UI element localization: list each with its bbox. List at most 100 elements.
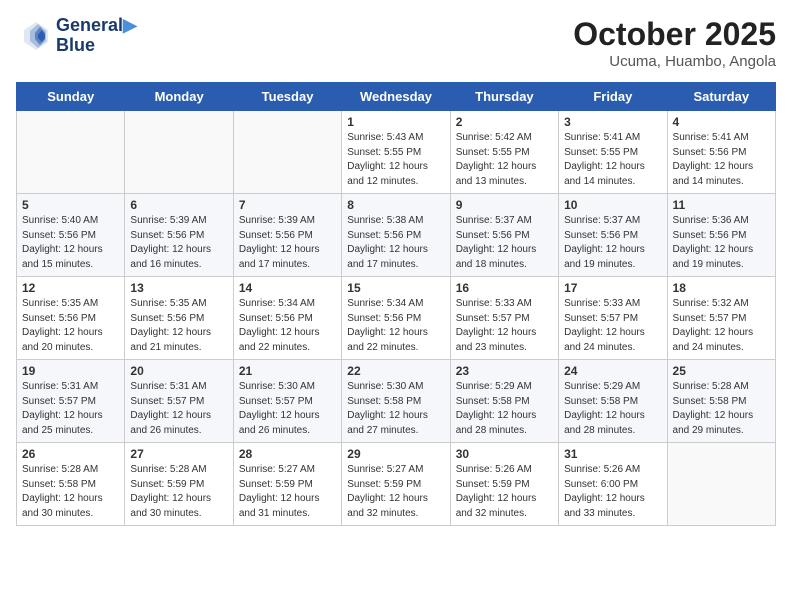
calendar-day-cell: 16 Sunrise: 5:33 AM Sunset: 5:57 PM Dayli… [450, 277, 558, 360]
day-info: Sunrise: 5:40 AM Sunset: 5:56 PM Dayligh… [22, 214, 119, 272]
day-info: Sunrise: 5:43 AM Sunset: 5:55 PM Dayligh… [347, 131, 444, 189]
calendar-day-cell: 1 Sunrise: 5:43 AM Sunset: 5:55 PM Daylig… [342, 111, 450, 194]
calendar-day-cell: 30 Sunrise: 5:26 AM Sunset: 5:59 PM Dayli… [450, 443, 558, 526]
logo: General▶ Blue [16, 16, 137, 56]
weekday-header-cell: Wednesday [342, 83, 450, 111]
day-info: Sunrise: 5:27 AM Sunset: 5:59 PM Dayligh… [239, 463, 336, 521]
calendar-day-cell: 11 Sunrise: 5:36 AM Sunset: 5:56 PM Dayli… [667, 194, 775, 277]
calendar-day-cell: 19Sunrise: 5:31 AM Sunset: 5:57 PM Dayli… [17, 360, 125, 443]
day-number: 22 [347, 364, 444, 378]
day-number: 13 [130, 281, 227, 295]
calendar-day-cell: 2 Sunrise: 5:42 AM Sunset: 5:55 PM Daylig… [450, 111, 558, 194]
day-info: Sunrise: 5:30 AM Sunset: 5:57 PM Dayligh… [239, 380, 336, 438]
day-number: 20 [130, 364, 227, 378]
day-info: Sunrise: 5:35 AM Sunset: 5:56 PM Dayligh… [22, 297, 119, 355]
day-info: Sunrise: 5:29 AM Sunset: 5:58 PM Dayligh… [456, 380, 553, 438]
location: Ucuma, Huambo, Angola [573, 53, 776, 70]
day-number: 14 [239, 281, 336, 295]
calendar-day-cell: 7 Sunrise: 5:39 AM Sunset: 5:56 PM Daylig… [233, 194, 341, 277]
day-number: 12 [22, 281, 119, 295]
day-number: 25 [673, 364, 770, 378]
day-number: 16 [456, 281, 553, 295]
day-info: Sunrise: 5:41 AM Sunset: 5:55 PM Dayligh… [564, 131, 661, 189]
day-number: 15 [347, 281, 444, 295]
day-number: 18 [673, 281, 770, 295]
day-info: Sunrise: 5:36 AM Sunset: 5:56 PM Dayligh… [673, 214, 770, 272]
day-number: 10 [564, 198, 661, 212]
day-number: 31 [564, 447, 661, 461]
day-info: Sunrise: 5:28 AM Sunset: 5:59 PM Dayligh… [130, 463, 227, 521]
calendar-day-cell: 12 Sunrise: 5:35 AM Sunset: 5:56 PM Dayli… [17, 277, 125, 360]
weekday-header-cell: Thursday [450, 83, 558, 111]
calendar-day-cell: 10 Sunrise: 5:37 AM Sunset: 5:56 PM Dayli… [559, 194, 667, 277]
calendar-day-cell: 14Sunrise: 5:34 AM Sunset: 5:56 PM Dayli… [233, 277, 341, 360]
day-info: Sunrise: 5:35 AM Sunset: 5:56 PM Dayligh… [130, 297, 227, 355]
day-number: 7 [239, 198, 336, 212]
month-title: October 2025 [573, 16, 776, 53]
day-info: Sunrise: 5:28 AM Sunset: 5:58 PM Dayligh… [673, 380, 770, 438]
calendar-day-cell: 26Sunrise: 5:28 AM Sunset: 5:58 PM Dayli… [17, 443, 125, 526]
calendar-day-cell [17, 111, 125, 194]
day-number: 4 [673, 115, 770, 129]
day-number: 2 [456, 115, 553, 129]
day-info: Sunrise: 5:39 AM Sunset: 5:56 PM Dayligh… [130, 214, 227, 272]
calendar-day-cell [233, 111, 341, 194]
calendar-week-row: 19Sunrise: 5:31 AM Sunset: 5:57 PM Dayli… [17, 360, 776, 443]
calendar-day-cell: 15 Sunrise: 5:34 AM Sunset: 5:56 PM Dayli… [342, 277, 450, 360]
calendar-day-cell: 8 Sunrise: 5:38 AM Sunset: 5:56 PM Daylig… [342, 194, 450, 277]
calendar-week-row: 1 Sunrise: 5:43 AM Sunset: 5:55 PM Daylig… [17, 111, 776, 194]
day-number: 23 [456, 364, 553, 378]
day-info: Sunrise: 5:37 AM Sunset: 5:56 PM Dayligh… [564, 214, 661, 272]
day-info: Sunrise: 5:34 AM Sunset: 5:56 PM Dayligh… [347, 297, 444, 355]
calendar-day-cell: 22 Sunrise: 5:30 AM Sunset: 5:58 PM Dayli… [342, 360, 450, 443]
day-info: Sunrise: 5:31 AM Sunset: 5:57 PM Dayligh… [130, 380, 227, 438]
day-number: 27 [130, 447, 227, 461]
logo-text: General▶ Blue [56, 16, 137, 56]
day-number: 28 [239, 447, 336, 461]
calendar-day-cell: 4Sunrise: 5:41 AM Sunset: 5:56 PM Daylig… [667, 111, 775, 194]
calendar-day-cell: 25 Sunrise: 5:28 AM Sunset: 5:58 PM Dayli… [667, 360, 775, 443]
calendar-day-cell: 13 Sunrise: 5:35 AM Sunset: 5:56 PM Dayli… [125, 277, 233, 360]
day-info: Sunrise: 5:32 AM Sunset: 5:57 PM Dayligh… [673, 297, 770, 355]
calendar-day-cell: 6 Sunrise: 5:39 AM Sunset: 5:56 PM Daylig… [125, 194, 233, 277]
day-info: Sunrise: 5:26 AM Sunset: 6:00 PM Dayligh… [564, 463, 661, 521]
calendar-day-cell [667, 443, 775, 526]
day-info: Sunrise: 5:37 AM Sunset: 5:56 PM Dayligh… [456, 214, 553, 272]
day-number: 6 [130, 198, 227, 212]
day-number: 17 [564, 281, 661, 295]
day-info: Sunrise: 5:33 AM Sunset: 5:57 PM Dayligh… [564, 297, 661, 355]
day-info: Sunrise: 5:30 AM Sunset: 5:58 PM Dayligh… [347, 380, 444, 438]
calendar-table: SundayMondayTuesdayWednesdayThursdayFrid… [16, 82, 776, 526]
weekday-header-cell: Tuesday [233, 83, 341, 111]
day-number: 30 [456, 447, 553, 461]
title-block: October 2025 Ucuma, Huambo, Angola [573, 16, 776, 70]
day-number: 21 [239, 364, 336, 378]
calendar-day-cell [125, 111, 233, 194]
calendar-week-row: 12 Sunrise: 5:35 AM Sunset: 5:56 PM Dayli… [17, 277, 776, 360]
calendar-day-cell: 18 Sunrise: 5:32 AM Sunset: 5:57 PM Dayli… [667, 277, 775, 360]
day-number: 11 [673, 198, 770, 212]
calendar-day-cell: 21 Sunrise: 5:30 AM Sunset: 5:57 PM Dayli… [233, 360, 341, 443]
calendar-body: 1 Sunrise: 5:43 AM Sunset: 5:55 PM Daylig… [17, 111, 776, 526]
calendar-day-cell: 17 Sunrise: 5:33 AM Sunset: 5:57 PM Dayli… [559, 277, 667, 360]
logo-icon [16, 18, 52, 54]
day-info: Sunrise: 5:33 AM Sunset: 5:57 PM Dayligh… [456, 297, 553, 355]
day-info: Sunrise: 5:38 AM Sunset: 5:56 PM Dayligh… [347, 214, 444, 272]
calendar-week-row: 26Sunrise: 5:28 AM Sunset: 5:58 PM Dayli… [17, 443, 776, 526]
day-info: Sunrise: 5:42 AM Sunset: 5:55 PM Dayligh… [456, 131, 553, 189]
weekday-header-cell: Monday [125, 83, 233, 111]
day-info: Sunrise: 5:29 AM Sunset: 5:58 PM Dayligh… [564, 380, 661, 438]
day-info: Sunrise: 5:27 AM Sunset: 5:59 PM Dayligh… [347, 463, 444, 521]
day-number: 8 [347, 198, 444, 212]
day-info: Sunrise: 5:39 AM Sunset: 5:56 PM Dayligh… [239, 214, 336, 272]
day-number: 1 [347, 115, 444, 129]
page-header: General▶ Blue October 2025 Ucuma, Huambo… [16, 16, 776, 70]
day-number: 24 [564, 364, 661, 378]
weekday-header-cell: Sunday [17, 83, 125, 111]
calendar-day-cell: 27 Sunrise: 5:28 AM Sunset: 5:59 PM Dayli… [125, 443, 233, 526]
weekday-header-row: SundayMondayTuesdayWednesdayThursdayFrid… [17, 83, 776, 111]
weekday-header-cell: Saturday [667, 83, 775, 111]
day-number: 5 [22, 198, 119, 212]
calendar-day-cell: 20 Sunrise: 5:31 AM Sunset: 5:57 PM Dayli… [125, 360, 233, 443]
day-info: Sunrise: 5:26 AM Sunset: 5:59 PM Dayligh… [456, 463, 553, 521]
